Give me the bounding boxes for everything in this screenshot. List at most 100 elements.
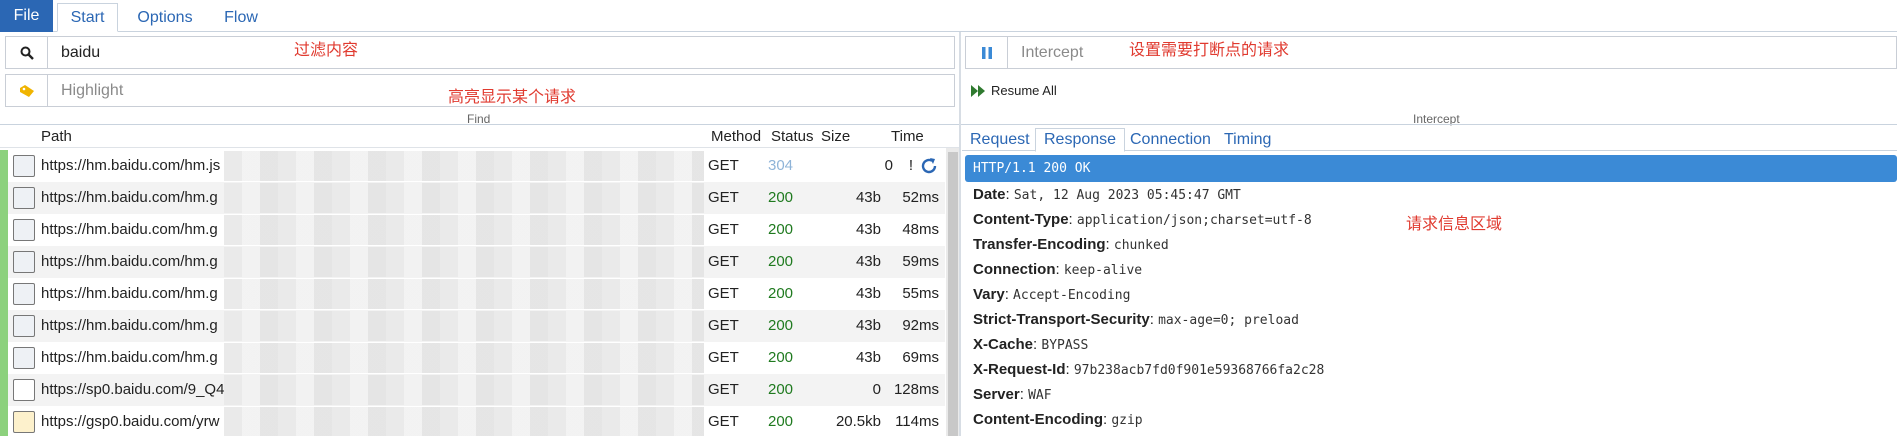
row-time: 128ms [893, 381, 939, 398]
col-status[interactable]: Status [771, 128, 814, 145]
tab-request[interactable]: Request [962, 128, 1038, 152]
intercept-input[interactable]: Intercept [1021, 37, 1083, 68]
col-time[interactable]: Time [891, 128, 924, 145]
session-list-scrollbar[interactable] [946, 148, 960, 436]
header-key: Strict-Transport-Security [973, 311, 1150, 328]
tab-start[interactable]: Start [57, 3, 118, 32]
response-header[interactable]: Content-Encoding: gzip [973, 411, 1143, 428]
tag-icon[interactable] [6, 75, 48, 106]
highlight-input[interactable]: Highlight [61, 75, 123, 106]
row-size: 20.5kb [835, 413, 881, 430]
row-method: GET [708, 317, 739, 334]
table-row[interactable]: https://hm.baidu.com/hm.g GET 200 43b 92… [0, 310, 945, 342]
response-header[interactable]: Server: WAF [973, 386, 1052, 403]
image-file-icon [13, 315, 35, 337]
header-key: Server [973, 386, 1020, 403]
panel-splitter[interactable] [959, 32, 961, 436]
image-file-icon [13, 283, 35, 305]
col-path[interactable]: Path [41, 128, 72, 145]
tab-timing[interactable]: Timing [1216, 128, 1279, 152]
row-status: 304 [768, 157, 794, 174]
table-row[interactable]: https://hm.baidu.com/hm.g GET 200 43b 52… [0, 182, 945, 214]
response-header[interactable]: Date: Sat, 12 Aug 2023 05:45:47 GMT [973, 186, 1241, 203]
intercept-divider [961, 124, 1897, 125]
response-header[interactable]: Connection: keep-alive [973, 261, 1142, 278]
header-value: 97b238acb7fd0f901e59368766fa2c28 [1073, 363, 1325, 378]
header-key: Transfer-Encoding [973, 236, 1106, 253]
header-key: Connection [973, 261, 1056, 278]
header-value: BYPASS [1041, 338, 1089, 353]
header-key: Content-Encoding [973, 411, 1103, 428]
search-icon[interactable] [6, 37, 48, 68]
response-status-line[interactable]: HTTP/1.1 200 OK [965, 155, 1897, 182]
pause-icon[interactable] [966, 37, 1008, 68]
col-size[interactable]: Size [821, 128, 850, 145]
response-header[interactable]: Strict-Transport-Security: max-age=0; pr… [973, 311, 1299, 328]
row-size: 43b [855, 285, 881, 302]
filter-annotation: 过滤内容 [294, 40, 359, 59]
table-row[interactable]: https://sp0.baidu.com/9_Q4 GET 200 0 128… [0, 374, 945, 406]
row-size: 0 [872, 381, 881, 398]
header-value: keep-alive [1063, 263, 1143, 278]
response-header[interactable]: Transfer-Encoding: chunked [973, 236, 1169, 253]
table-row[interactable]: https://hm.baidu.com/hm.js GET 304 0 ! [0, 150, 945, 182]
header-key: Content-Type [973, 211, 1069, 228]
row-time: 69ms [902, 349, 939, 366]
js-file-icon [13, 411, 35, 433]
row-path: https://hm.baidu.com/hm.g [41, 317, 218, 334]
tab-response[interactable]: Response [1035, 128, 1126, 152]
redacted-area [224, 343, 704, 373]
response-header[interactable]: X-Request-Id: 97b238acb7fd0f901e59368766… [973, 361, 1324, 378]
row-status-bar [0, 342, 8, 374]
redacted-area [224, 279, 704, 309]
redacted-area [224, 183, 704, 213]
row-status: 200 [768, 189, 794, 206]
http304-icon [13, 155, 35, 177]
row-status-bar [0, 182, 8, 214]
tab-flow[interactable]: Flow [214, 3, 268, 32]
resume-all-button[interactable]: Resume All [971, 83, 1057, 98]
tab-connection[interactable]: Connection [1122, 128, 1219, 152]
row-method: GET [708, 189, 739, 206]
table-row[interactable]: https://hm.baidu.com/hm.g GET 200 43b 59… [0, 246, 945, 278]
row-status: 200 [768, 253, 794, 270]
header-key: Date [973, 186, 1006, 203]
redacted-area [224, 375, 704, 405]
file-button[interactable]: File [0, 0, 53, 32]
row-size: 43b [855, 221, 881, 238]
table-row[interactable]: https://gsp0.baidu.com/yrw GET 200 20.5k… [0, 406, 945, 436]
row-status-bar [0, 214, 8, 246]
tab-options[interactable]: Options [130, 3, 200, 32]
top-menu-bar: File Start Options Flow [0, 0, 1897, 32]
refresh-icon[interactable] [919, 156, 939, 176]
response-header[interactable]: Content-Type: application/json;charset=u… [973, 211, 1312, 228]
row-method: GET [708, 349, 739, 366]
table-row[interactable]: https://hm.baidu.com/hm.g GET 200 43b 69… [0, 342, 945, 374]
row-method: GET [708, 413, 739, 430]
response-header[interactable]: X-Cache: BYPASS [973, 336, 1088, 353]
row-time: 114ms [895, 413, 939, 430]
resume-all-label: Resume All [991, 83, 1057, 98]
table-row[interactable]: https://hm.baidu.com/hm.g GET 200 43b 48… [0, 214, 945, 246]
header-value: WAF [1028, 388, 1052, 403]
row-path: https://hm.baidu.com/hm.g [41, 285, 218, 302]
redacted-area [224, 311, 704, 341]
redacted-area [224, 151, 704, 181]
response-header[interactable]: Vary: Accept-Encoding [973, 286, 1130, 303]
row-time: 52ms [902, 189, 939, 206]
row-status-bar [0, 278, 8, 310]
row-path: https://gsp0.baidu.com/yrw [41, 413, 220, 430]
col-method[interactable]: Method [711, 128, 761, 145]
header-value: chunked [1113, 238, 1169, 253]
image-file-icon [13, 251, 35, 273]
row-method: GET [708, 157, 739, 174]
scrollbar-thumb[interactable] [948, 152, 958, 436]
row-status-bar [0, 374, 8, 406]
table-row[interactable]: https://hm.baidu.com/hm.g GET 200 43b 55… [0, 278, 945, 310]
filter-input[interactable]: baidu [61, 37, 100, 68]
intercept-annotation: 设置需要打断点的请求 [1129, 40, 1290, 59]
row-status-bar [0, 406, 8, 436]
row-status: 200 [768, 413, 794, 430]
highlight-annotation: 高亮显示某个请求 [448, 87, 577, 106]
row-time: ! [908, 157, 913, 174]
